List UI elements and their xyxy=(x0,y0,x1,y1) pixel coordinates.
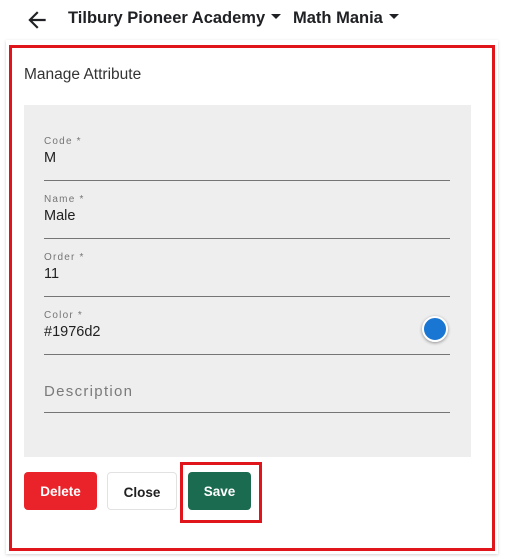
description-field[interactable]: Description xyxy=(44,368,450,413)
description-placeholder: Description xyxy=(44,383,134,400)
caret-down-icon xyxy=(271,14,282,20)
caret-down-icon xyxy=(388,14,399,20)
name-field[interactable]: Name * Male xyxy=(44,194,450,239)
delete-button[interactable]: Delete xyxy=(24,472,97,510)
top-bar: Tilbury Pioneer Academy Math Mania xyxy=(0,0,516,40)
page-title: Manage Attribute xyxy=(24,66,142,83)
color-swatch[interactable] xyxy=(422,316,448,342)
attribute-form: Code * M Name * Male Order * 11 Color * … xyxy=(24,105,471,457)
school-dropdown-label: Tilbury Pioneer Academy xyxy=(68,9,266,27)
color-label: Color * xyxy=(44,310,83,321)
class-dropdown-label: Math Mania xyxy=(293,9,383,27)
color-field[interactable]: Color * #1976d2 xyxy=(44,310,450,355)
close-button[interactable]: Close xyxy=(107,472,177,510)
code-field[interactable]: Code * M xyxy=(44,136,450,181)
school-dropdown[interactable]: Tilbury Pioneer Academy xyxy=(68,9,282,28)
class-dropdown[interactable]: Math Mania xyxy=(293,9,399,28)
code-label: Code * xyxy=(44,136,82,147)
color-input[interactable]: #1976d2 xyxy=(44,324,404,340)
name-label: Name * xyxy=(44,194,85,205)
arrow-left-icon[interactable] xyxy=(24,7,50,33)
code-input[interactable]: M xyxy=(44,150,404,166)
name-input[interactable]: Male xyxy=(44,208,404,224)
order-field[interactable]: Order * 11 xyxy=(44,252,450,297)
order-label: Order * xyxy=(44,252,85,263)
save-highlight xyxy=(180,462,262,523)
order-input[interactable]: 11 xyxy=(44,266,404,282)
